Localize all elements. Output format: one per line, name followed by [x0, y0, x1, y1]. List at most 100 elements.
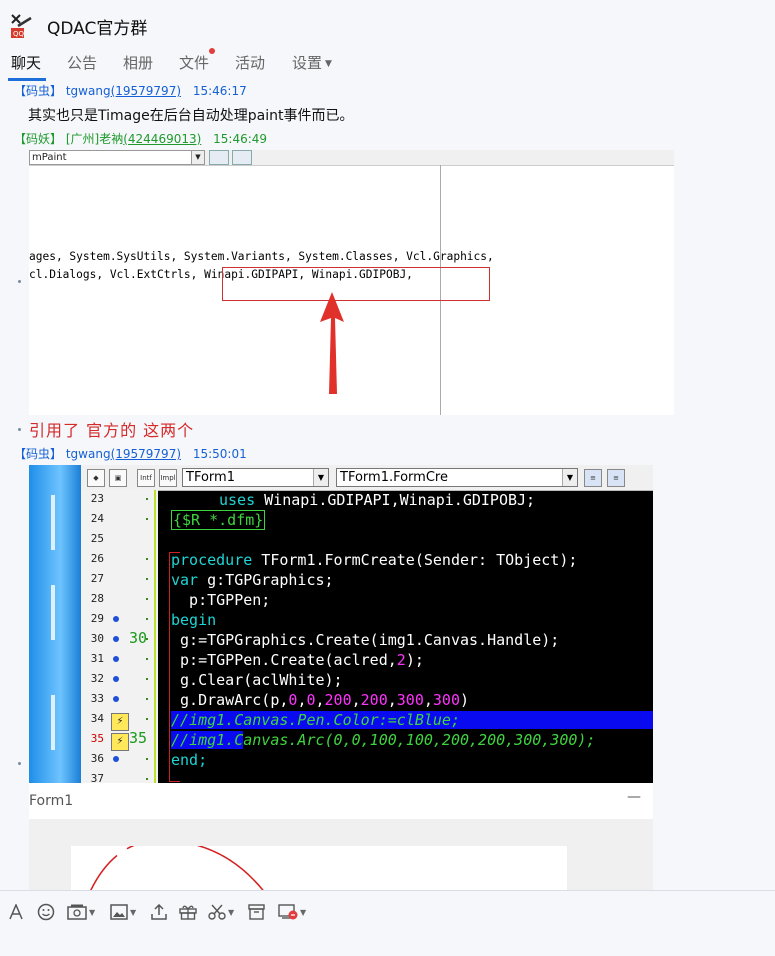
chevron-down-icon: ▼	[228, 907, 235, 917]
line-number: 34	[90, 712, 104, 725]
tab-chat[interactable]: 聊天	[11, 52, 41, 73]
breakpoint-icon	[113, 656, 119, 662]
lightning-icon: ⚡	[111, 733, 129, 751]
breakpoint-icon	[113, 636, 119, 642]
input-toolbar: ▼ ▼ ▼ ▼	[0, 890, 775, 956]
member-qq[interactable]: (19579797)	[111, 84, 181, 98]
editor-toolbar: mPaint ▼	[29, 150, 674, 166]
impl-icon: Impl	[159, 469, 177, 487]
code-line: g:=TGPGraphics.Create(img1.Canvas.Handle…	[171, 631, 560, 649]
code-line: ages, System.SysUtils, System.Variants, …	[29, 250, 494, 263]
align-left-icon: ≡	[584, 469, 602, 487]
line-number: 26	[90, 552, 104, 565]
member-name[interactable]: [广州]老衲	[66, 132, 123, 146]
font-icon[interactable]	[8, 902, 24, 922]
gutter-dot	[146, 558, 148, 560]
message-time: 15:46:17	[192, 84, 247, 98]
code-text: g.DrawArc(p,	[171, 691, 289, 709]
code-line: g.Clear(aclWhite);	[171, 671, 343, 689]
screenshot-image[interactable]: mPaint ▼ ages, System.SysUtils, System.Va…	[29, 150, 674, 415]
message-header: 【码虫】 tgwang(19579797) 15:46:17	[14, 84, 247, 99]
member-name[interactable]: tgwang	[66, 84, 111, 98]
line-number: 32	[90, 672, 104, 685]
chevron-down-icon: ▼	[300, 907, 307, 917]
block-marker	[169, 552, 180, 782]
code-line: {$R *.dfm}	[171, 510, 266, 530]
member-qq[interactable]: (424469013)	[123, 132, 201, 146]
number: 300	[396, 691, 424, 709]
message-time: 15:46:49	[213, 132, 268, 146]
keyword: uses	[219, 491, 256, 509]
line-number: 33	[90, 692, 104, 705]
shake-icon[interactable]: ▼	[278, 902, 306, 922]
chevron-down-icon: ▼	[89, 907, 96, 917]
gutter-dot	[146, 498, 148, 500]
chevron-down-icon: ▼	[325, 59, 332, 69]
image-canvas	[71, 839, 567, 890]
bookmark-marker: 30	[129, 629, 148, 647]
gift-icon[interactable]	[179, 902, 197, 922]
gutter-dot	[146, 638, 148, 640]
message-text: 引用了 官方的 这两个	[29, 421, 195, 440]
member-role: 【码虫】	[14, 447, 63, 461]
code-line: uses Winapi.GDIPAPI,Winapi.GDIPOBJ;	[219, 491, 535, 509]
number: 2	[396, 651, 406, 669]
line-number: 31	[90, 652, 104, 665]
code-line: g.DrawArc(p,0,0,200,200,300,300)	[171, 691, 470, 709]
gutter-dot	[146, 518, 148, 520]
breakpoint-icon	[113, 756, 119, 762]
tab-activity[interactable]: 活动	[235, 52, 265, 73]
number: 200	[324, 691, 352, 709]
member-role: 【码妖】	[14, 132, 63, 146]
decor	[51, 585, 55, 640]
number: 200	[360, 691, 388, 709]
code-line: p:TGPPen;	[171, 591, 271, 609]
member-name[interactable]: tgwang	[66, 447, 111, 461]
screenshot-icon[interactable]: ▼	[67, 902, 95, 922]
line-number: 30	[90, 632, 104, 645]
decor	[51, 495, 55, 550]
upload-icon[interactable]	[151, 902, 167, 922]
form-preview: Form1 —	[29, 783, 653, 890]
line-number: 24	[90, 512, 104, 525]
ide-side-panel	[29, 465, 81, 790]
copy-icon: ▣	[109, 469, 127, 487]
message-header: 【码虫】 tgwang(19579797) 15:50:01	[14, 445, 247, 462]
code-line: procedure TForm1.FormCreate(Sender: TObj…	[171, 551, 577, 569]
form-body	[29, 819, 653, 890]
toolbar-btn-icon	[209, 150, 229, 165]
active-tab-indicator	[8, 78, 46, 81]
gutter-dot	[146, 698, 148, 700]
gutter-dot	[146, 578, 148, 580]
tab-album[interactable]: 相册	[123, 52, 153, 73]
number: 300	[432, 691, 460, 709]
directive: {$R *.dfm}	[171, 510, 266, 530]
scissors-icon[interactable]: ▼	[208, 902, 234, 922]
line-number: 36	[90, 752, 104, 765]
message-header: 【码妖】 [广州]老衲(424469013) 15:46:49	[14, 130, 267, 147]
chat-messages[interactable]: 【码虫】 tgwang(19579797) 15:46:17 其实也只是Tima…	[0, 84, 775, 890]
arc-drawing	[90, 839, 264, 890]
files-badge	[209, 48, 215, 54]
chevron-down-icon: ▼	[130, 907, 137, 917]
change-bar	[154, 490, 156, 790]
chevron-down-icon: ▼	[562, 469, 577, 486]
toolbar-btn-icon	[232, 150, 252, 165]
emoji-icon[interactable]	[37, 902, 55, 922]
red-arrow-icon	[320, 292, 344, 394]
tab-settings[interactable]: 设置 ▼	[292, 52, 332, 73]
gutter-dot	[146, 718, 148, 720]
member-qq[interactable]: (19579797)	[111, 447, 181, 461]
decor	[51, 695, 55, 750]
tab-announcement[interactable]: 公告	[67, 52, 97, 73]
code-line: p:=TGPPen.Create(aclred,2);	[171, 651, 424, 669]
tab-files[interactable]: 文件	[179, 52, 209, 73]
group-avatar-icon[interactable]: QQ	[9, 12, 35, 40]
screenshot-image[interactable]: ◆ ▣ Intf Impl TForm1 ▼ TForm1.FormCre ▼ ≡ …	[29, 465, 653, 790]
archive-icon[interactable]	[248, 902, 265, 922]
svg-text:QQ: QQ	[13, 30, 25, 38]
member-role: 【码虫】	[14, 84, 63, 98]
selected-text: //img1.C	[171, 731, 244, 749]
gutter-dot	[146, 618, 148, 620]
image-icon[interactable]: ▼	[110, 902, 136, 922]
